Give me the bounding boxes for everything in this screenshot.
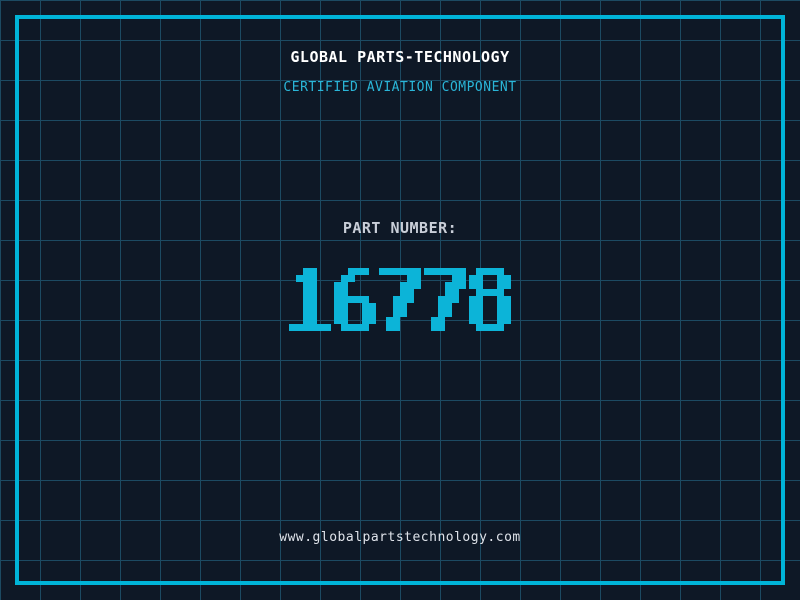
certification-subtitle: CERTIFIED AVIATION COMPONENT xyxy=(283,80,517,95)
website-url: www.globalpartstechnology.com xyxy=(279,530,521,545)
part-number-label: PART NUMBER: xyxy=(342,219,458,237)
part-number-value xyxy=(0,268,800,331)
part-card-screen: GLOBAL PARTS-TECHNOLOGY CERTIFIED AVIATI… xyxy=(0,0,800,600)
company-title: GLOBAL PARTS-TECHNOLOGY xyxy=(290,48,510,66)
